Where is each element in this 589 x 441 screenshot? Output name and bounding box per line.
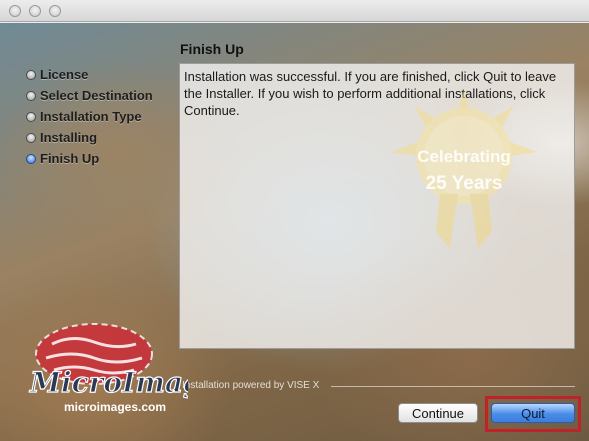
page-title: Finish Up (180, 41, 244, 57)
step-installing: Installing (26, 127, 153, 148)
step-label: Installation Type (40, 109, 142, 124)
step-active-bullet-icon (26, 153, 36, 164)
completion-message: Installation was successful. If you are … (184, 69, 557, 118)
close-window-icon[interactable] (9, 5, 21, 17)
message-panel: Installation was successful. If you are … (179, 63, 575, 349)
logo-url: microimages.com (64, 400, 166, 414)
step-label: Installing (40, 130, 98, 145)
step-label: Finish Up (40, 151, 100, 166)
step-bullet-icon (26, 111, 36, 122)
quit-button-highlight (485, 396, 581, 432)
minimize-window-icon[interactable] (29, 5, 41, 17)
step-select-destination: Select Destination (26, 85, 153, 106)
step-label: License (40, 67, 89, 82)
installer-footer-text: Installation powered by VISE X (182, 380, 320, 391)
window-titlebar (0, 0, 589, 22)
step-label: Select Destination (40, 88, 153, 103)
step-finish-up: Finish Up (26, 148, 153, 169)
step-installation-type: Installation Type (26, 106, 153, 127)
microimages-logo-icon: MicroImages microimages.com (28, 323, 188, 414)
step-bullet-icon (26, 90, 36, 101)
footer-divider (331, 386, 575, 387)
step-license: License (26, 64, 153, 85)
zoom-window-icon[interactable] (49, 5, 61, 17)
logo-wordmark: MicroImages (29, 366, 188, 399)
continue-button[interactable]: Continue (398, 403, 478, 423)
installer-steps: License Select Destination Installation … (26, 64, 153, 169)
step-bullet-icon (26, 69, 36, 80)
step-bullet-icon (26, 132, 36, 143)
